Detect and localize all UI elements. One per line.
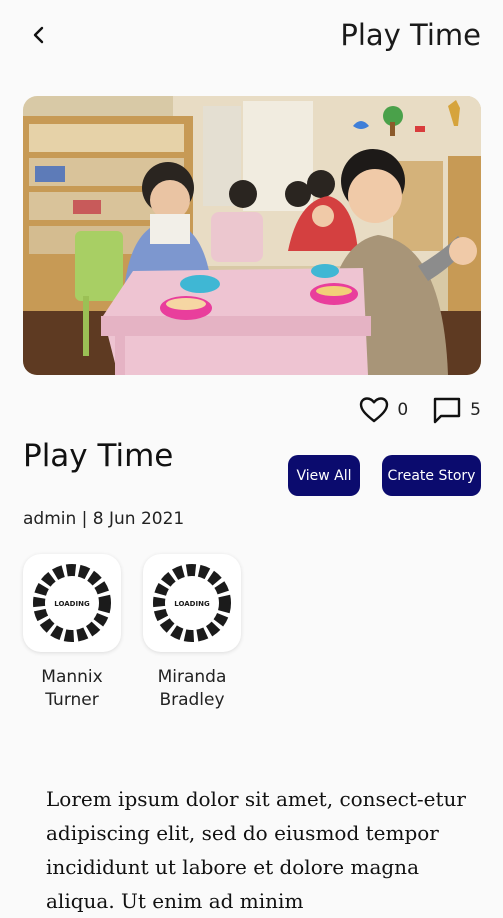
like-count: 0 [397, 400, 409, 420]
back-button[interactable] [22, 18, 56, 52]
heart-icon [360, 397, 389, 423]
loading-spinner-icon: LOADING [33, 564, 111, 642]
chevron-left-icon [33, 26, 44, 44]
post-title: Play Time [23, 438, 174, 474]
like-button[interactable]: 0 [359, 396, 408, 424]
hero-image [23, 96, 481, 375]
app-bar-title: Play Time [340, 18, 481, 52]
user-card[interactable]: LOADING Miranda Bradley [143, 554, 241, 712]
post-stats: 0 5 [359, 396, 481, 424]
user-list: LOADING Mannix Turner LOADING Miranda Br… [23, 554, 263, 712]
loading-label: LOADING [174, 600, 210, 608]
create-story-button[interactable]: Create Story [382, 455, 481, 496]
app-bar: Play Time [0, 0, 503, 72]
loading-label: LOADING [54, 600, 90, 608]
post-body: Lorem ipsum dolor sit amet, consect-etur… [46, 787, 466, 913]
user-name: Miranda Bradley [157, 667, 227, 710]
view-all-button[interactable]: View All [288, 455, 360, 496]
loading-spinner-icon: LOADING [153, 564, 231, 642]
comment-icon [433, 397, 461, 424]
classroom-photo [23, 96, 481, 375]
avatar: LOADING [143, 554, 241, 652]
comment-button[interactable]: 5 [432, 396, 481, 424]
user-card[interactable]: LOADING Mannix Turner [23, 554, 121, 712]
avatar: LOADING [23, 554, 121, 652]
comment-count: 5 [470, 400, 481, 420]
post-meta: admin | 8 Jun 2021 [23, 509, 185, 529]
user-name: Mannix Turner [41, 667, 103, 710]
